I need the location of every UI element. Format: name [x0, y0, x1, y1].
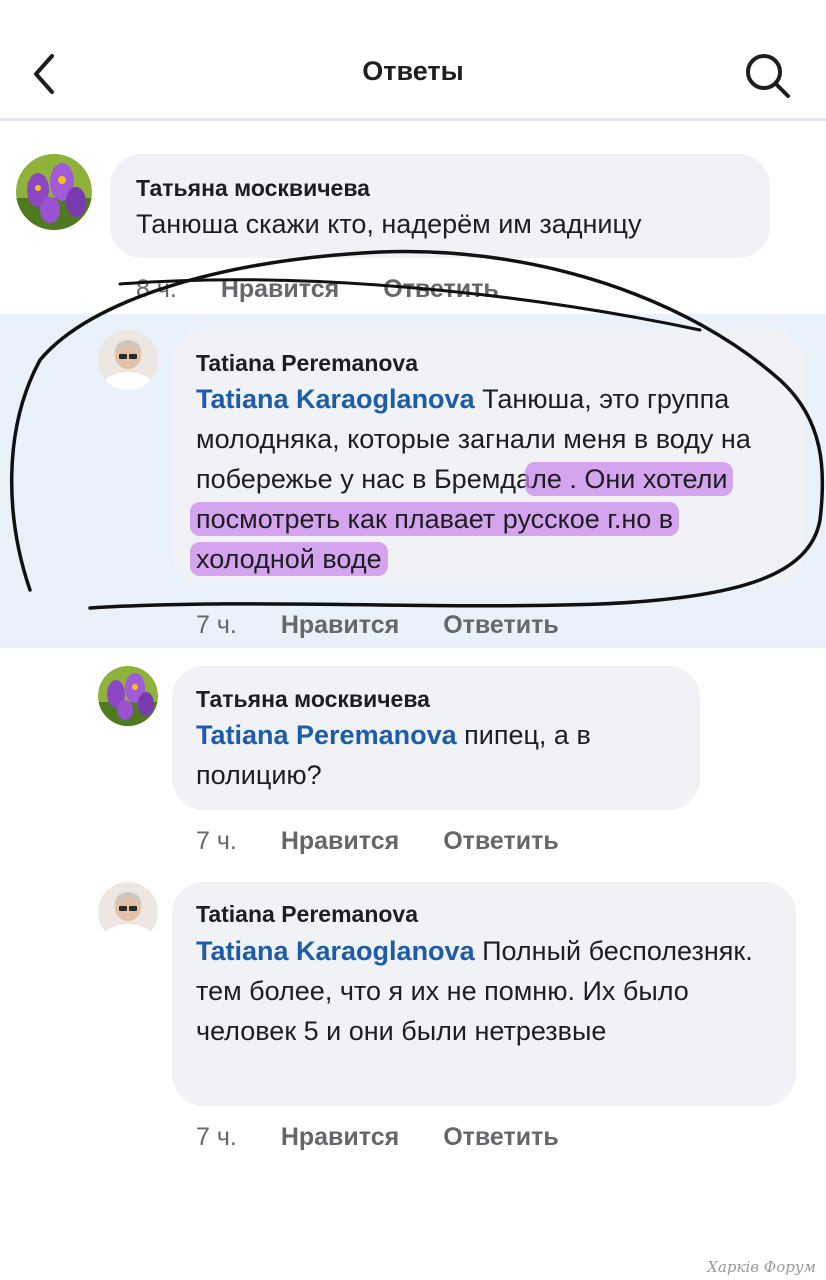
- comment-text: Tatiana Karaoglanova Полный бесполезняк.…: [196, 931, 776, 1051]
- reply-button[interactable]: Ответить: [443, 611, 559, 639]
- avatar-portrait[interactable]: [98, 330, 158, 390]
- comment-author[interactable]: Татьяна москвичева: [136, 175, 370, 202]
- avatar-portrait[interactable]: [98, 882, 158, 942]
- comment-time: 7 ч.: [196, 1123, 237, 1151]
- mention-link[interactable]: Tatiana Karaoglanova: [196, 936, 475, 966]
- like-button[interactable]: Нравится: [281, 827, 399, 855]
- reply-button[interactable]: Ответить: [443, 1123, 559, 1151]
- comment-author[interactable]: Tatiana Peremanova: [196, 901, 418, 928]
- header: Ответы: [0, 0, 826, 118]
- reply-button[interactable]: Ответить: [443, 827, 559, 855]
- comment-actions: 7 ч. Нравится Ответить: [196, 1123, 559, 1152]
- avatar-crocus[interactable]: [16, 154, 92, 230]
- reply-button[interactable]: Ответить: [383, 275, 499, 303]
- mention-link[interactable]: Tatiana Peremanova: [196, 720, 457, 750]
- page-title: Ответы: [362, 56, 464, 86]
- avatar-crocus[interactable]: [98, 666, 158, 726]
- comment-time: 7 ч.: [196, 611, 237, 639]
- comment-time: 7 ч.: [196, 827, 237, 855]
- comment-author[interactable]: Татьяна москвичева: [196, 686, 430, 713]
- comment-text: Танюша скажи кто, надерём им задницу: [136, 209, 642, 239]
- search-icon[interactable]: [742, 52, 794, 100]
- comment-actions: 7 ч. Нравится Ответить: [196, 827, 559, 856]
- mention-link[interactable]: Tatiana Karaoglanova: [196, 384, 475, 414]
- watermark: Харків Форум: [707, 1258, 816, 1276]
- comment-text: Tatiana Karaoglanova Танюша, это группа …: [190, 379, 784, 579]
- like-button[interactable]: Нравится: [221, 275, 339, 303]
- comment-actions: 7 ч. Нравится Ответить: [196, 611, 559, 640]
- header-divider: [0, 118, 826, 121]
- like-button[interactable]: Нравится: [281, 1123, 399, 1151]
- comment-actions: 8 ч. Нравится Ответить: [136, 275, 499, 304]
- comment-author[interactable]: Tatiana Peremanova: [196, 350, 418, 377]
- comment-time: 8 ч.: [136, 275, 177, 303]
- like-button[interactable]: Нравится: [281, 611, 399, 639]
- comment-text: Tatiana Peremanova пипец, а в полицию?: [196, 715, 686, 795]
